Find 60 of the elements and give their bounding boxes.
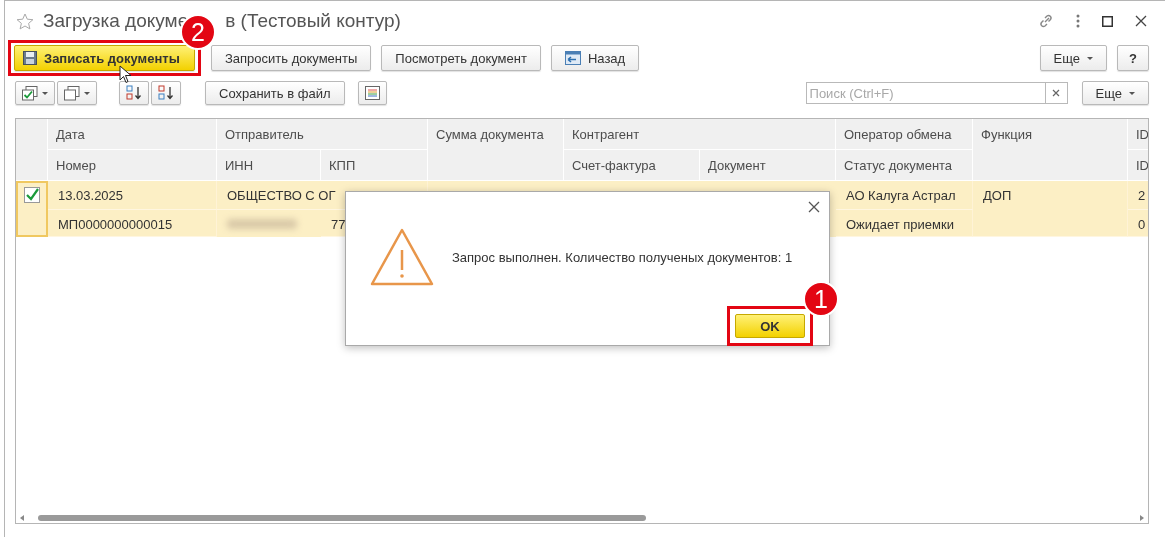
column-header[interactable]: Сумма документа (428, 119, 564, 181)
sort-ascending-button[interactable] (119, 81, 149, 105)
floppy-icon (23, 51, 37, 65)
column-header[interactable]: ИНН (217, 150, 321, 181)
sort-descending-button[interactable] (151, 81, 181, 105)
redacted-blur (227, 218, 297, 229)
list-settings-button[interactable] (357, 81, 387, 105)
ok-button[interactable]: OK (735, 314, 805, 338)
column-header[interactable]: Функция (973, 119, 1128, 181)
close-button[interactable] (807, 200, 821, 214)
link-icon[interactable] (1038, 13, 1054, 29)
scrollbar-thumb[interactable] (38, 515, 646, 521)
table-cell: ДОП (973, 181, 1128, 237)
empty-boxes-icon (64, 85, 80, 101)
more-button[interactable]: Еще (1081, 81, 1149, 105)
toolbar-button[interactable]: Посмотреть документ (381, 45, 541, 71)
maximize-icon[interactable] (1102, 15, 1113, 27)
check-all-button[interactable] (15, 81, 55, 105)
help-button[interactable]: ? (1117, 45, 1149, 71)
cursor-icon (119, 65, 132, 84)
list-icon (364, 86, 380, 100)
toolbar-button[interactable]: Записать документы (14, 45, 195, 71)
table-cell: Ожидает приемки (836, 210, 973, 237)
checkbox[interactable] (24, 187, 40, 203)
back-icon (564, 51, 581, 65)
column-header[interactable]: КПП (321, 150, 428, 181)
column-header[interactable]: Контрагент (564, 119, 836, 150)
scroll-right-icon[interactable] (1139, 515, 1144, 521)
checked-boxes-icon (22, 85, 38, 101)
window-title: Загрузка докуме (43, 10, 189, 32)
column-header[interactable]: Отправитель (217, 119, 428, 150)
toolbar-button[interactable]: Назад (550, 45, 640, 71)
uncheck-all-button[interactable] (57, 81, 97, 105)
column-header[interactable]: Документ (700, 150, 836, 181)
search-field[interactable]: Поиск (Ctrl+F) (805, 82, 1046, 104)
save-to-file-button[interactable]: Сохранить в файл (205, 81, 345, 105)
sort-icon (158, 85, 174, 101)
more-icon[interactable] (1076, 14, 1080, 28)
table-cell: МП0000000000015 (48, 210, 217, 237)
sort-icon (126, 85, 142, 101)
window-title: в (Тестовый контур) (225, 10, 401, 32)
close-icon[interactable] (1135, 15, 1147, 27)
table-cell: АО Калуга Астрал (836, 181, 973, 210)
toolbar-button[interactable]: Запросить документы (211, 45, 372, 71)
header-corner (16, 119, 48, 181)
close-icon (1052, 89, 1061, 97)
column-header[interactable]: Статус документа (836, 150, 973, 181)
clear-button[interactable] (1045, 82, 1068, 104)
warning-icon (370, 228, 434, 286)
column-header[interactable]: Счет-фактура (564, 150, 700, 181)
column-header[interactable]: Номер (48, 150, 217, 181)
more-button[interactable]: Еще (1039, 45, 1108, 71)
message-text: Запрос выполнен. Количество полученых документов: 1 (452, 249, 793, 265)
table-cell: 2 (1128, 181, 1148, 210)
column-header[interactable]: Оператор обмена (836, 119, 973, 150)
star-icon[interactable] (16, 12, 34, 30)
scroll-left-icon[interactable] (20, 515, 25, 521)
table-cell: 0 (1128, 210, 1148, 237)
column-header[interactable]: Дата (48, 119, 217, 150)
table-cell: 13.03.2025 (48, 181, 217, 210)
